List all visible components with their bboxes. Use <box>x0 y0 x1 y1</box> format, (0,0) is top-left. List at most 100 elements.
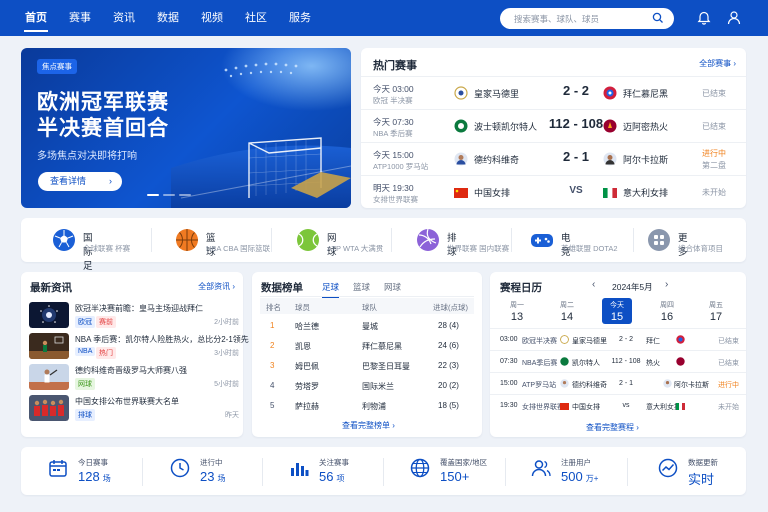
carousel-dots <box>147 194 191 196</box>
tab-tennis[interactable]: 网球 <box>384 281 401 293</box>
nav-item-data[interactable]: 数据 <box>146 0 190 36</box>
search-input[interactable]: 搜索赛事、球队、球员 <box>500 8 674 29</box>
calendar-day[interactable]: 周一 13 <box>499 298 535 324</box>
news-item[interactable]: NBA 季后赛：凯尔特人险胜热火，总比分2-1领先 NBA 热门 3小时前 <box>29 333 249 359</box>
china-flag-icon <box>454 188 468 198</box>
full-schedule-link[interactable]: 查看完整赛程 › <box>586 422 639 433</box>
news-thumbnail <box>29 364 69 390</box>
nav-item-service[interactable]: 服务 <box>278 0 322 36</box>
next-month-icon[interactable]: › <box>665 279 668 290</box>
divider <box>262 458 263 486</box>
table-row[interactable]: 2 凯恩 拜仁慕尼黑 24 (6) <box>252 336 482 356</box>
player-avatar-icon <box>663 379 672 388</box>
sport-categories: 国际足球 全球联赛 杯赛 篮球 NBA CBA 国际篮联 网球 ATP WTA … <box>21 218 746 286</box>
news-thumbnail <box>29 395 69 421</box>
tab-basketball[interactable]: 篮球 <box>353 281 370 293</box>
clock-icon <box>170 458 190 478</box>
ranking-title: 数据榜单 <box>261 282 303 294</box>
all-news-link[interactable]: 全部资讯 › <box>198 281 235 292</box>
globe-icon <box>410 458 430 478</box>
match-row[interactable]: 明天 19:30 女排世界联赛 中国女排 VS 意大利女排 未开始 <box>361 175 746 208</box>
nav-item-video[interactable]: 视频 <box>190 0 234 36</box>
news-thumbnail <box>29 333 69 359</box>
table-row[interactable]: 3 姆巴佩 巴黎圣日耳曼 22 (3) <box>252 356 482 376</box>
match-row[interactable]: 今天 03:00 欧冠 半决赛 皇家马德里 2 - 2 拜仁慕尼黑 已结束 <box>361 76 746 109</box>
player-avatar-icon <box>560 379 569 388</box>
carousel-dot[interactable] <box>147 194 159 196</box>
nav-item-events[interactable]: 赛事 <box>58 0 102 36</box>
match-row[interactable]: 今天 15:00 ATP1000 罗马站 德约科维奇 2 - 1 阿尔卡拉斯 进… <box>361 142 746 175</box>
divider <box>142 458 143 486</box>
news-item[interactable]: 欧冠半决赛前瞻：皇马主场迎战拜仁 欧冠 赛前 2小时前 <box>29 302 239 328</box>
table-row[interactable]: 4 劳塔罗 国际米兰 20 (2) <box>252 376 482 396</box>
hot-matches-card: 热门赛事 全部赛事 › 今天 03:00 欧冠 半决赛 皇家马德里 2 - 2 … <box>361 48 746 208</box>
calendar-icon <box>49 460 67 477</box>
users-icon <box>531 460 551 477</box>
bayern-logo-icon <box>676 335 685 344</box>
column-header: 进球(点球) <box>433 303 468 312</box>
banner-detail-button[interactable]: 查看详情 › <box>38 172 122 191</box>
china-flag-icon <box>560 403 569 410</box>
real-madrid-logo-icon <box>560 335 569 344</box>
divider <box>271 228 272 252</box>
divider <box>391 228 392 252</box>
bar-chart-icon <box>291 463 309 476</box>
basketball-icon <box>176 229 198 251</box>
schedule-row[interactable]: 19:30 女排世界联赛 中国女排 vs 意大利女排 未开始 <box>490 394 746 416</box>
calendar-day[interactable]: 周五 17 <box>698 298 734 324</box>
table-row[interactable]: 1 哈兰德 曼城 28 (4) <box>252 316 482 336</box>
calendar-day[interactable]: 周二 14 <box>549 298 585 324</box>
divider <box>151 228 152 252</box>
football-icon <box>53 229 75 251</box>
match-row[interactable]: 今天 07:30 NBA 季后赛 波士顿凯尔特人 112 - 108 迈阿密热火… <box>361 109 746 142</box>
carousel-dot[interactable] <box>179 194 191 196</box>
nav-item-news[interactable]: 资讯 <box>102 0 146 36</box>
news-thumbnail <box>29 302 69 328</box>
user-icon[interactable] <box>727 10 741 25</box>
schedule-row[interactable]: 03:00 欧冠半决赛 皇家马德里 2 - 2 拜仁 已结束 <box>490 328 746 350</box>
column-header: 球队 <box>362 303 377 312</box>
real-madrid-logo-icon <box>454 86 468 100</box>
trend-icon <box>658 458 678 478</box>
month-label: 2024年5月 <box>612 282 653 292</box>
news-item[interactable]: 中国女排公布世界联赛大名单 排球 昨天 <box>29 395 239 421</box>
calendar-title: 赛程日历 <box>500 282 542 294</box>
italy-flag-icon <box>676 403 685 410</box>
volleyball-icon <box>417 228 439 251</box>
table-row[interactable]: 5 萨拉赫 利物浦 18 (5) <box>252 396 482 416</box>
italy-flag-icon <box>603 188 617 198</box>
all-events-link[interactable]: 全部赛事 › <box>699 58 736 69</box>
divider <box>260 296 474 297</box>
news-title: 最新资讯 <box>30 282 72 294</box>
hot-matches-title: 热门赛事 <box>373 60 417 72</box>
player-avatar-icon <box>454 152 468 166</box>
divider <box>511 228 512 252</box>
prev-month-icon[interactable]: ‹ <box>592 279 595 290</box>
bayern-logo-icon <box>603 86 617 100</box>
column-header: 球员 <box>295 303 310 312</box>
celtics-logo-icon <box>560 357 569 366</box>
tab-football[interactable]: 足球 <box>322 281 340 298</box>
news-item[interactable]: 德约科维奇晋级罗马大师赛八强 网球 5小时前 <box>29 364 239 390</box>
calendar-day-today[interactable]: 今天 15 <box>602 298 632 324</box>
column-header: 排名 <box>266 303 281 312</box>
gamepad-icon <box>531 234 553 247</box>
full-ranking-link[interactable]: 查看完整榜单 › <box>342 420 395 431</box>
news-card: 最新资讯 全部资讯 › 欧冠半决赛前瞻：皇马主场迎战拜仁 欧冠 赛前 2小时前 … <box>21 272 249 437</box>
divider <box>383 458 384 486</box>
calendar-day[interactable]: 周四 16 <box>649 298 685 324</box>
schedule-row[interactable]: 07:30 NBA季后赛 凯尔特人 112 - 108 热火 已结束 <box>490 350 746 372</box>
search-icon[interactable] <box>652 12 664 24</box>
celtics-logo-icon <box>454 119 468 133</box>
nav-item-home[interactable]: 首页 <box>14 0 58 36</box>
hero-banner[interactable]: 焦点赛事 欧洲冠军联赛 半决赛首回合 多场焦点对决即将打响 查看详情 › <box>21 48 351 208</box>
schedule-row[interactable]: 15:00 ATP罗马站 德约科维奇 2 - 1 阿尔卡拉斯 进行中 <box>490 372 746 394</box>
carousel-dot[interactable] <box>163 194 175 196</box>
divider <box>627 458 628 486</box>
bell-icon[interactable] <box>697 10 711 25</box>
nav-item-community[interactable]: 社区 <box>234 0 278 36</box>
player-avatar-icon <box>603 152 617 166</box>
divider <box>505 458 506 486</box>
banner-subtitle: 多场焦点对决即将打响 <box>37 151 137 162</box>
tennis-icon <box>297 229 319 251</box>
